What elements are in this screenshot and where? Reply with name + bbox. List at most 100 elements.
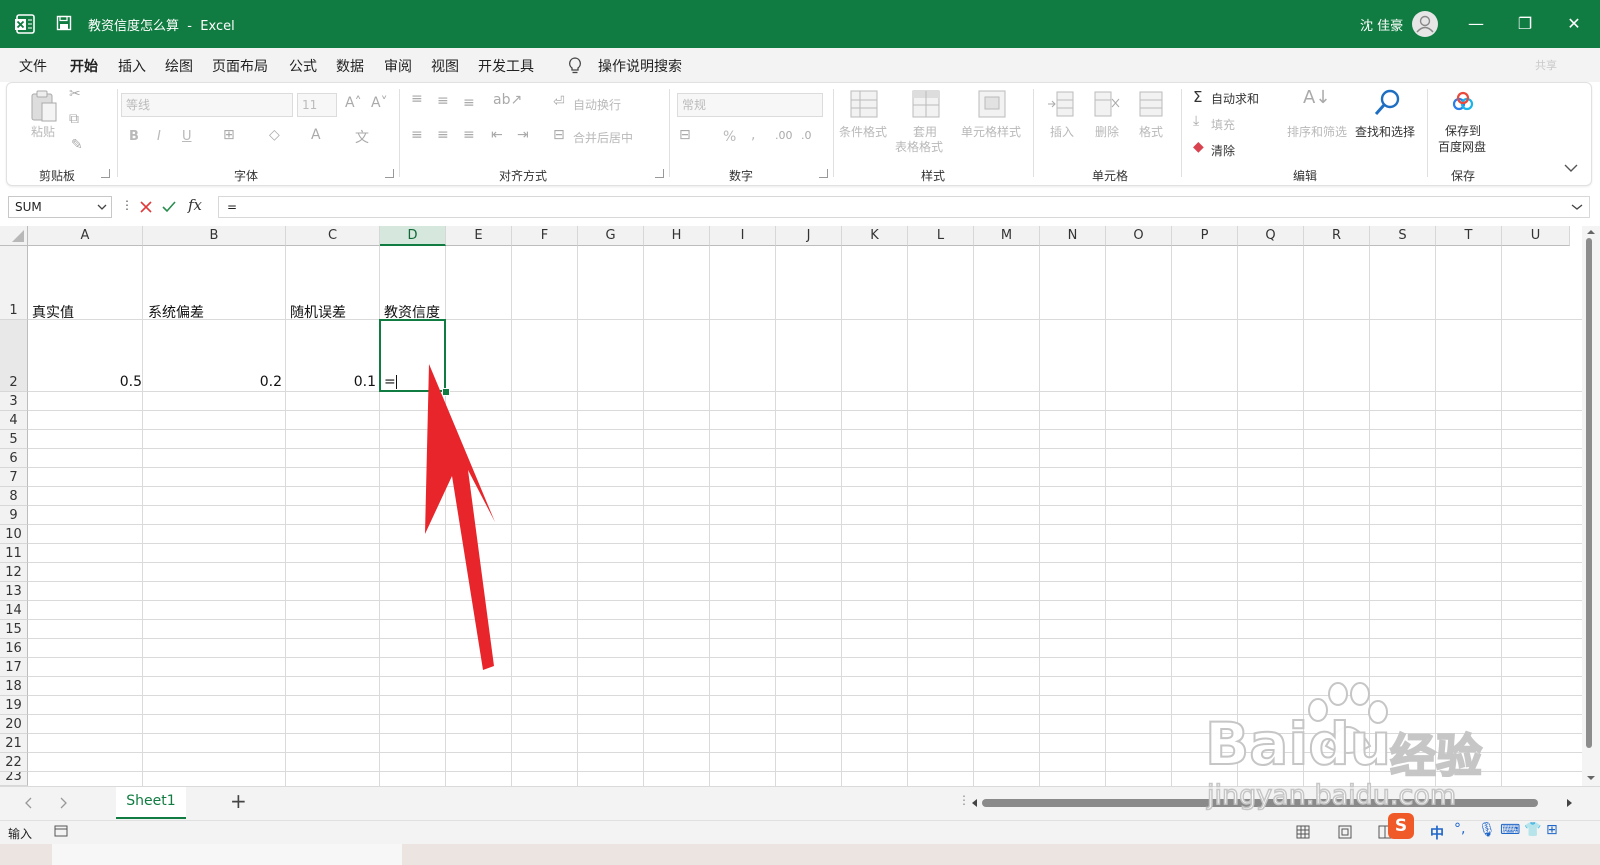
number-format-select[interactable]: 常规 — [677, 93, 823, 117]
row-header-13[interactable]: 13 — [0, 582, 28, 601]
column-header-i[interactable]: I — [710, 226, 776, 246]
baidu-netdisk-icon[interactable] — [1451, 91, 1475, 113]
cell-c1[interactable]: 随机误差 — [290, 302, 346, 322]
font-color-icon[interactable]: A — [311, 127, 321, 143]
tell-me-search[interactable]: 操作说明搜索 — [598, 56, 682, 76]
fill-icon[interactable]: ⤓ — [1193, 113, 1199, 129]
increase-decimal-icon[interactable]: .00 — [775, 129, 793, 142]
alignment-launcher-icon[interactable] — [655, 169, 664, 178]
close-button[interactable]: ✕ — [1559, 9, 1589, 39]
vertical-scrollbar[interactable] — [1582, 226, 1600, 786]
insert-cells-button[interactable]: 插入 — [1050, 123, 1074, 140]
cut-icon[interactable]: ✂ — [69, 86, 81, 102]
font-launcher-icon[interactable] — [385, 169, 394, 178]
fill-button[interactable]: 填充 — [1211, 116, 1235, 133]
column-header-e[interactable]: E — [446, 226, 512, 246]
align-left-icon[interactable]: ≡ — [411, 127, 423, 143]
scroll-up-icon[interactable] — [1586, 228, 1596, 236]
conditional-format-button[interactable]: 条件格式 — [839, 123, 887, 140]
row-header-8[interactable]: 8 — [0, 487, 28, 506]
row-header-12[interactable]: 12 — [0, 563, 28, 582]
autosum-button[interactable]: 自动求和 — [1211, 90, 1259, 107]
column-header-h[interactable]: H — [644, 226, 710, 246]
find-select-button[interactable]: 查找和选择 — [1355, 123, 1415, 140]
bold-button[interactable]: B — [129, 129, 139, 144]
chevron-left-icon[interactable] — [24, 797, 34, 809]
column-header-j[interactable]: J — [776, 226, 842, 246]
drag-handle-icon[interactable]: ⋮ — [121, 198, 133, 212]
user-name[interactable]: 沈 佳豪 — [1360, 15, 1403, 34]
insert-cells-icon[interactable] — [1047, 89, 1075, 119]
decrease-indent-icon[interactable]: ⇤ — [491, 127, 503, 143]
delete-cells-button[interactable]: 删除 — [1095, 123, 1119, 140]
align-top-icon[interactable]: ≡ — [411, 91, 423, 107]
find-select-icon[interactable] — [1373, 87, 1403, 119]
cell-b1[interactable]: 系统偏差 — [148, 302, 204, 322]
ime-punctuation-icon[interactable]: °, — [1454, 821, 1465, 837]
row-header-21[interactable]: 21 — [0, 734, 28, 753]
save-to-netdisk-line1[interactable]: 保存到 — [1445, 122, 1481, 139]
column-header-n[interactable]: N — [1040, 226, 1106, 246]
row-header-9[interactable]: 9 — [0, 506, 28, 525]
increase-font-icon[interactable]: A˄ — [345, 95, 362, 111]
sort-filter-icon[interactable]: A↓ — [1303, 87, 1330, 108]
tab-view[interactable]: 视图 — [431, 56, 459, 76]
column-header-q[interactable]: Q — [1238, 226, 1304, 246]
column-header-u[interactable]: U — [1502, 226, 1570, 246]
cancel-icon[interactable] — [140, 201, 152, 213]
row-header-11[interactable]: 11 — [0, 544, 28, 563]
percent-button[interactable]: % — [723, 129, 736, 145]
tab-review[interactable]: 审阅 — [384, 56, 412, 76]
cell-d2[interactable]: = — [384, 374, 397, 390]
keyboard-icon[interactable]: ⌨ — [1500, 822, 1520, 838]
row-header-18[interactable]: 18 — [0, 677, 28, 696]
italic-button[interactable]: I — [157, 129, 161, 144]
cell-a2[interactable]: 0.5 — [32, 374, 142, 390]
format-painter-icon[interactable]: ✎ — [71, 137, 83, 153]
tab-developer[interactable]: 开发工具 — [478, 56, 534, 76]
column-header-f[interactable]: F — [512, 226, 578, 246]
cell-c2[interactable]: 0.1 — [290, 374, 376, 390]
row-header-4[interactable]: 4 — [0, 411, 28, 430]
row-header-16[interactable]: 16 — [0, 639, 28, 658]
row-header-7[interactable]: 7 — [0, 468, 28, 487]
save-icon[interactable] — [56, 15, 72, 31]
cell-d1[interactable]: 教资信度 — [384, 302, 440, 322]
row-header-20[interactable]: 20 — [0, 715, 28, 734]
format-as-table-icon[interactable] — [911, 89, 941, 119]
cell-a1[interactable]: 真实值 — [32, 302, 74, 322]
increase-indent-icon[interactable]: ⇥ — [517, 127, 529, 143]
autosum-icon[interactable]: Σ — [1193, 88, 1202, 106]
wrap-text-button[interactable]: 自动换行 — [573, 96, 621, 113]
format-cells-icon[interactable] — [1137, 89, 1165, 119]
cell-styles-icon[interactable] — [977, 89, 1007, 119]
fill-color-icon[interactable]: ◇ — [269, 127, 280, 143]
clear-button[interactable]: 清除 — [1211, 142, 1235, 159]
row-header-5[interactable]: 5 — [0, 430, 28, 449]
tab-page-layout[interactable]: 页面布局 — [212, 56, 268, 76]
column-header-o[interactable]: O — [1106, 226, 1172, 246]
format-cells-button[interactable]: 格式 — [1139, 123, 1163, 140]
column-header-c[interactable]: C — [286, 226, 380, 246]
scroll-left-icon[interactable] — [970, 798, 978, 808]
row-header-23[interactable]: 23 — [0, 772, 28, 786]
chevron-down-icon[interactable] — [97, 203, 107, 211]
vertical-scroll-thumb[interactable] — [1586, 238, 1592, 748]
number-launcher-icon[interactable] — [819, 169, 828, 178]
microphone-icon[interactable]: 🎙 — [1478, 822, 1496, 838]
tab-home[interactable]: 开始 — [70, 56, 98, 76]
normal-view-icon[interactable] — [1296, 825, 1310, 839]
font-size-select[interactable]: 11 — [297, 93, 337, 117]
clipboard-launcher-icon[interactable] — [101, 169, 110, 178]
tab-file[interactable]: 文件 — [19, 56, 47, 76]
column-header-b[interactable]: B — [143, 226, 286, 246]
cell-b2[interactable]: 0.2 — [146, 374, 282, 390]
orientation-icon[interactable]: ab↗ — [493, 92, 522, 108]
avatar[interactable] — [1412, 11, 1438, 37]
tab-data[interactable]: 数据 — [336, 56, 364, 76]
name-box[interactable]: SUM — [8, 196, 112, 218]
align-right-icon[interactable]: ≡ — [463, 127, 475, 143]
phonetic-icon[interactable]: 文 — [355, 127, 369, 147]
column-header-s[interactable]: S — [1370, 226, 1436, 246]
scroll-right-icon[interactable] — [1566, 798, 1574, 808]
